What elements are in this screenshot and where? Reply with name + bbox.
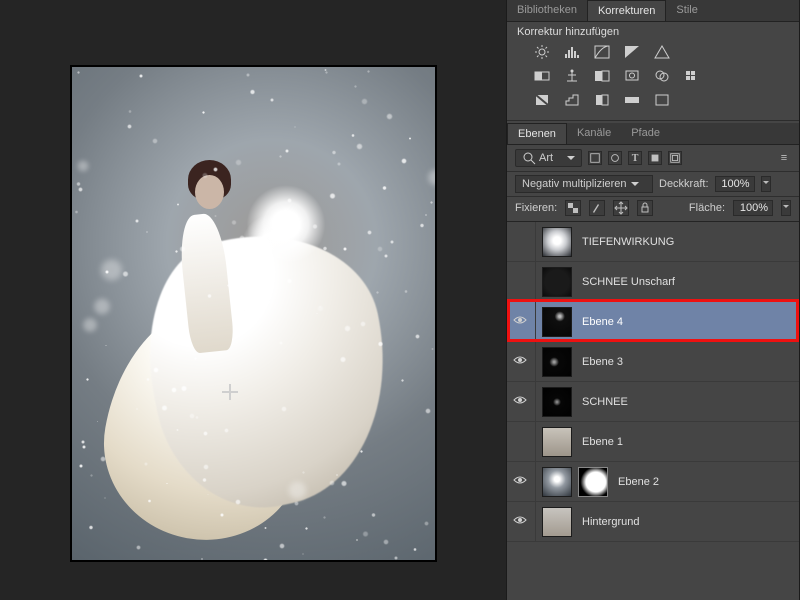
lock-fill-row: Fixieren: Fläche: 100%	[507, 197, 799, 222]
blend-mode-value: Negativ multiplizieren	[522, 178, 627, 190]
threshold-icon[interactable]	[593, 92, 611, 108]
layer-row[interactable]: SCHNEE	[507, 382, 799, 422]
lock-label: Fixieren:	[515, 202, 557, 214]
tab-stile[interactable]: Stile	[666, 0, 707, 21]
layer-thumbnail[interactable]	[542, 347, 572, 377]
layer-list[interactable]: TIEFENWIRKUNG SCHNEE Unscharf Ebene 4 Ebene…	[507, 222, 799, 600]
right-panel: BibliothekenKorrekturenStile Korrektur h…	[506, 0, 800, 600]
lock-pixels-icon[interactable]	[589, 200, 605, 216]
brightness-icon[interactable]	[533, 44, 551, 60]
layer-search[interactable]: Art	[515, 149, 582, 167]
invert-icon[interactable]	[533, 92, 551, 108]
tab-korrekturen[interactable]: Korrekturen	[587, 0, 666, 21]
lock-all-icon[interactable]	[637, 200, 653, 216]
tab-ebenen[interactable]: Ebenen	[507, 123, 567, 144]
lock-transparent-icon[interactable]	[565, 200, 581, 216]
blend-mode-dropdown[interactable]: Negativ multiplizieren	[515, 175, 653, 193]
tab-bibliotheken[interactable]: Bibliotheken	[507, 0, 587, 21]
layer-name[interactable]: Ebene 4	[582, 316, 793, 328]
canvas-area[interactable]: // placeholder so snow script can target…	[0, 0, 506, 600]
layer-name[interactable]: Ebene 3	[582, 356, 793, 368]
layer-thumbnail[interactable]	[542, 307, 572, 337]
tab-pfade[interactable]: Pfade	[621, 123, 670, 144]
filter-smart-icon[interactable]	[668, 151, 682, 165]
layer-name[interactable]: SCHNEE	[582, 396, 793, 408]
levels-icon[interactable]	[563, 44, 581, 60]
tab-kanäle[interactable]: Kanäle	[567, 123, 621, 144]
visibility-toggle[interactable]	[511, 475, 529, 488]
layer-mask-thumbnail[interactable]	[578, 467, 608, 497]
channel-mixer-icon[interactable]	[653, 68, 671, 84]
layer-row[interactable]: SCHNEE Unscharf	[507, 262, 799, 302]
layer-thumbnail[interactable]	[542, 227, 572, 257]
visibility-toggle[interactable]	[511, 395, 529, 408]
fill-label: Fläche:	[689, 202, 725, 214]
filter-shape-icon[interactable]	[648, 151, 662, 165]
black-white-icon[interactable]	[593, 68, 611, 84]
layer-thumbnail[interactable]	[542, 467, 572, 497]
search-icon	[522, 151, 536, 165]
visibility-toggle[interactable]	[511, 315, 529, 328]
gradient-map-icon[interactable]	[623, 92, 641, 108]
adjustment-icons-row1	[507, 42, 799, 66]
selective-color-icon[interactable]	[653, 92, 671, 108]
layer-row[interactable]: Ebene 1	[507, 422, 799, 462]
filter-type-icon[interactable]: T	[628, 151, 642, 165]
blend-opacity-row: Negativ multiplizieren Deckkraft: 100%	[507, 172, 799, 197]
exposure-icon[interactable]	[623, 44, 641, 60]
layer-row[interactable]: Ebene 4	[507, 302, 799, 342]
photo-filter-icon[interactable]	[623, 68, 641, 84]
visibility-toggle[interactable]	[511, 515, 529, 528]
adjustment-icons-row3	[507, 90, 799, 118]
adjustment-icons-row2	[507, 66, 799, 90]
curves-icon[interactable]	[593, 44, 611, 60]
opacity-value[interactable]: 100%	[715, 176, 755, 192]
posterize-icon[interactable]	[563, 92, 581, 108]
layer-name[interactable]: Ebene 1	[582, 436, 793, 448]
layer-row[interactable]: Ebene 2	[507, 462, 799, 502]
add-adjustment-label: Korrektur hinzufügen	[507, 22, 799, 42]
lock-position-icon[interactable]	[613, 200, 629, 216]
document-canvas[interactable]: // placeholder so snow script can target…	[71, 66, 436, 561]
opacity-label: Deckkraft:	[659, 178, 709, 190]
panel-menu-icon[interactable]: ≡	[777, 151, 791, 165]
fill-stepper[interactable]	[781, 200, 791, 216]
layer-filter-bar: Art T ≡	[507, 145, 799, 172]
layer-row[interactable]: Hintergrund	[507, 502, 799, 542]
adjustments-tabbar: BibliothekenKorrekturenStile	[507, 0, 799, 22]
filter-pixel-icon[interactable]	[588, 151, 602, 165]
layers-tabbar: EbenenKanälePfade	[507, 123, 799, 145]
layer-search-mode: Art	[539, 152, 553, 164]
layer-name[interactable]: Ebene 2	[618, 476, 793, 488]
color-lookup-icon[interactable]	[683, 68, 701, 84]
layer-thumbnail[interactable]	[542, 507, 572, 537]
layer-name[interactable]: TIEFENWIRKUNG	[582, 236, 793, 248]
opacity-stepper[interactable]	[761, 176, 771, 192]
layer-thumbnail[interactable]	[542, 427, 572, 457]
fill-value[interactable]: 100%	[733, 200, 773, 216]
layer-name[interactable]: SCHNEE Unscharf	[582, 276, 793, 288]
color-balance-icon[interactable]	[563, 68, 581, 84]
hue-sat-icon[interactable]	[533, 68, 551, 84]
layer-row[interactable]: Ebene 3	[507, 342, 799, 382]
filter-adjust-icon[interactable]	[608, 151, 622, 165]
layer-name[interactable]: Hintergrund	[582, 516, 787, 528]
layer-thumbnail[interactable]	[542, 387, 572, 417]
visibility-toggle[interactable]	[511, 355, 529, 368]
layer-row[interactable]: TIEFENWIRKUNG	[507, 222, 799, 262]
vibrance-icon[interactable]	[653, 44, 671, 60]
layer-thumbnail[interactable]	[542, 267, 572, 297]
